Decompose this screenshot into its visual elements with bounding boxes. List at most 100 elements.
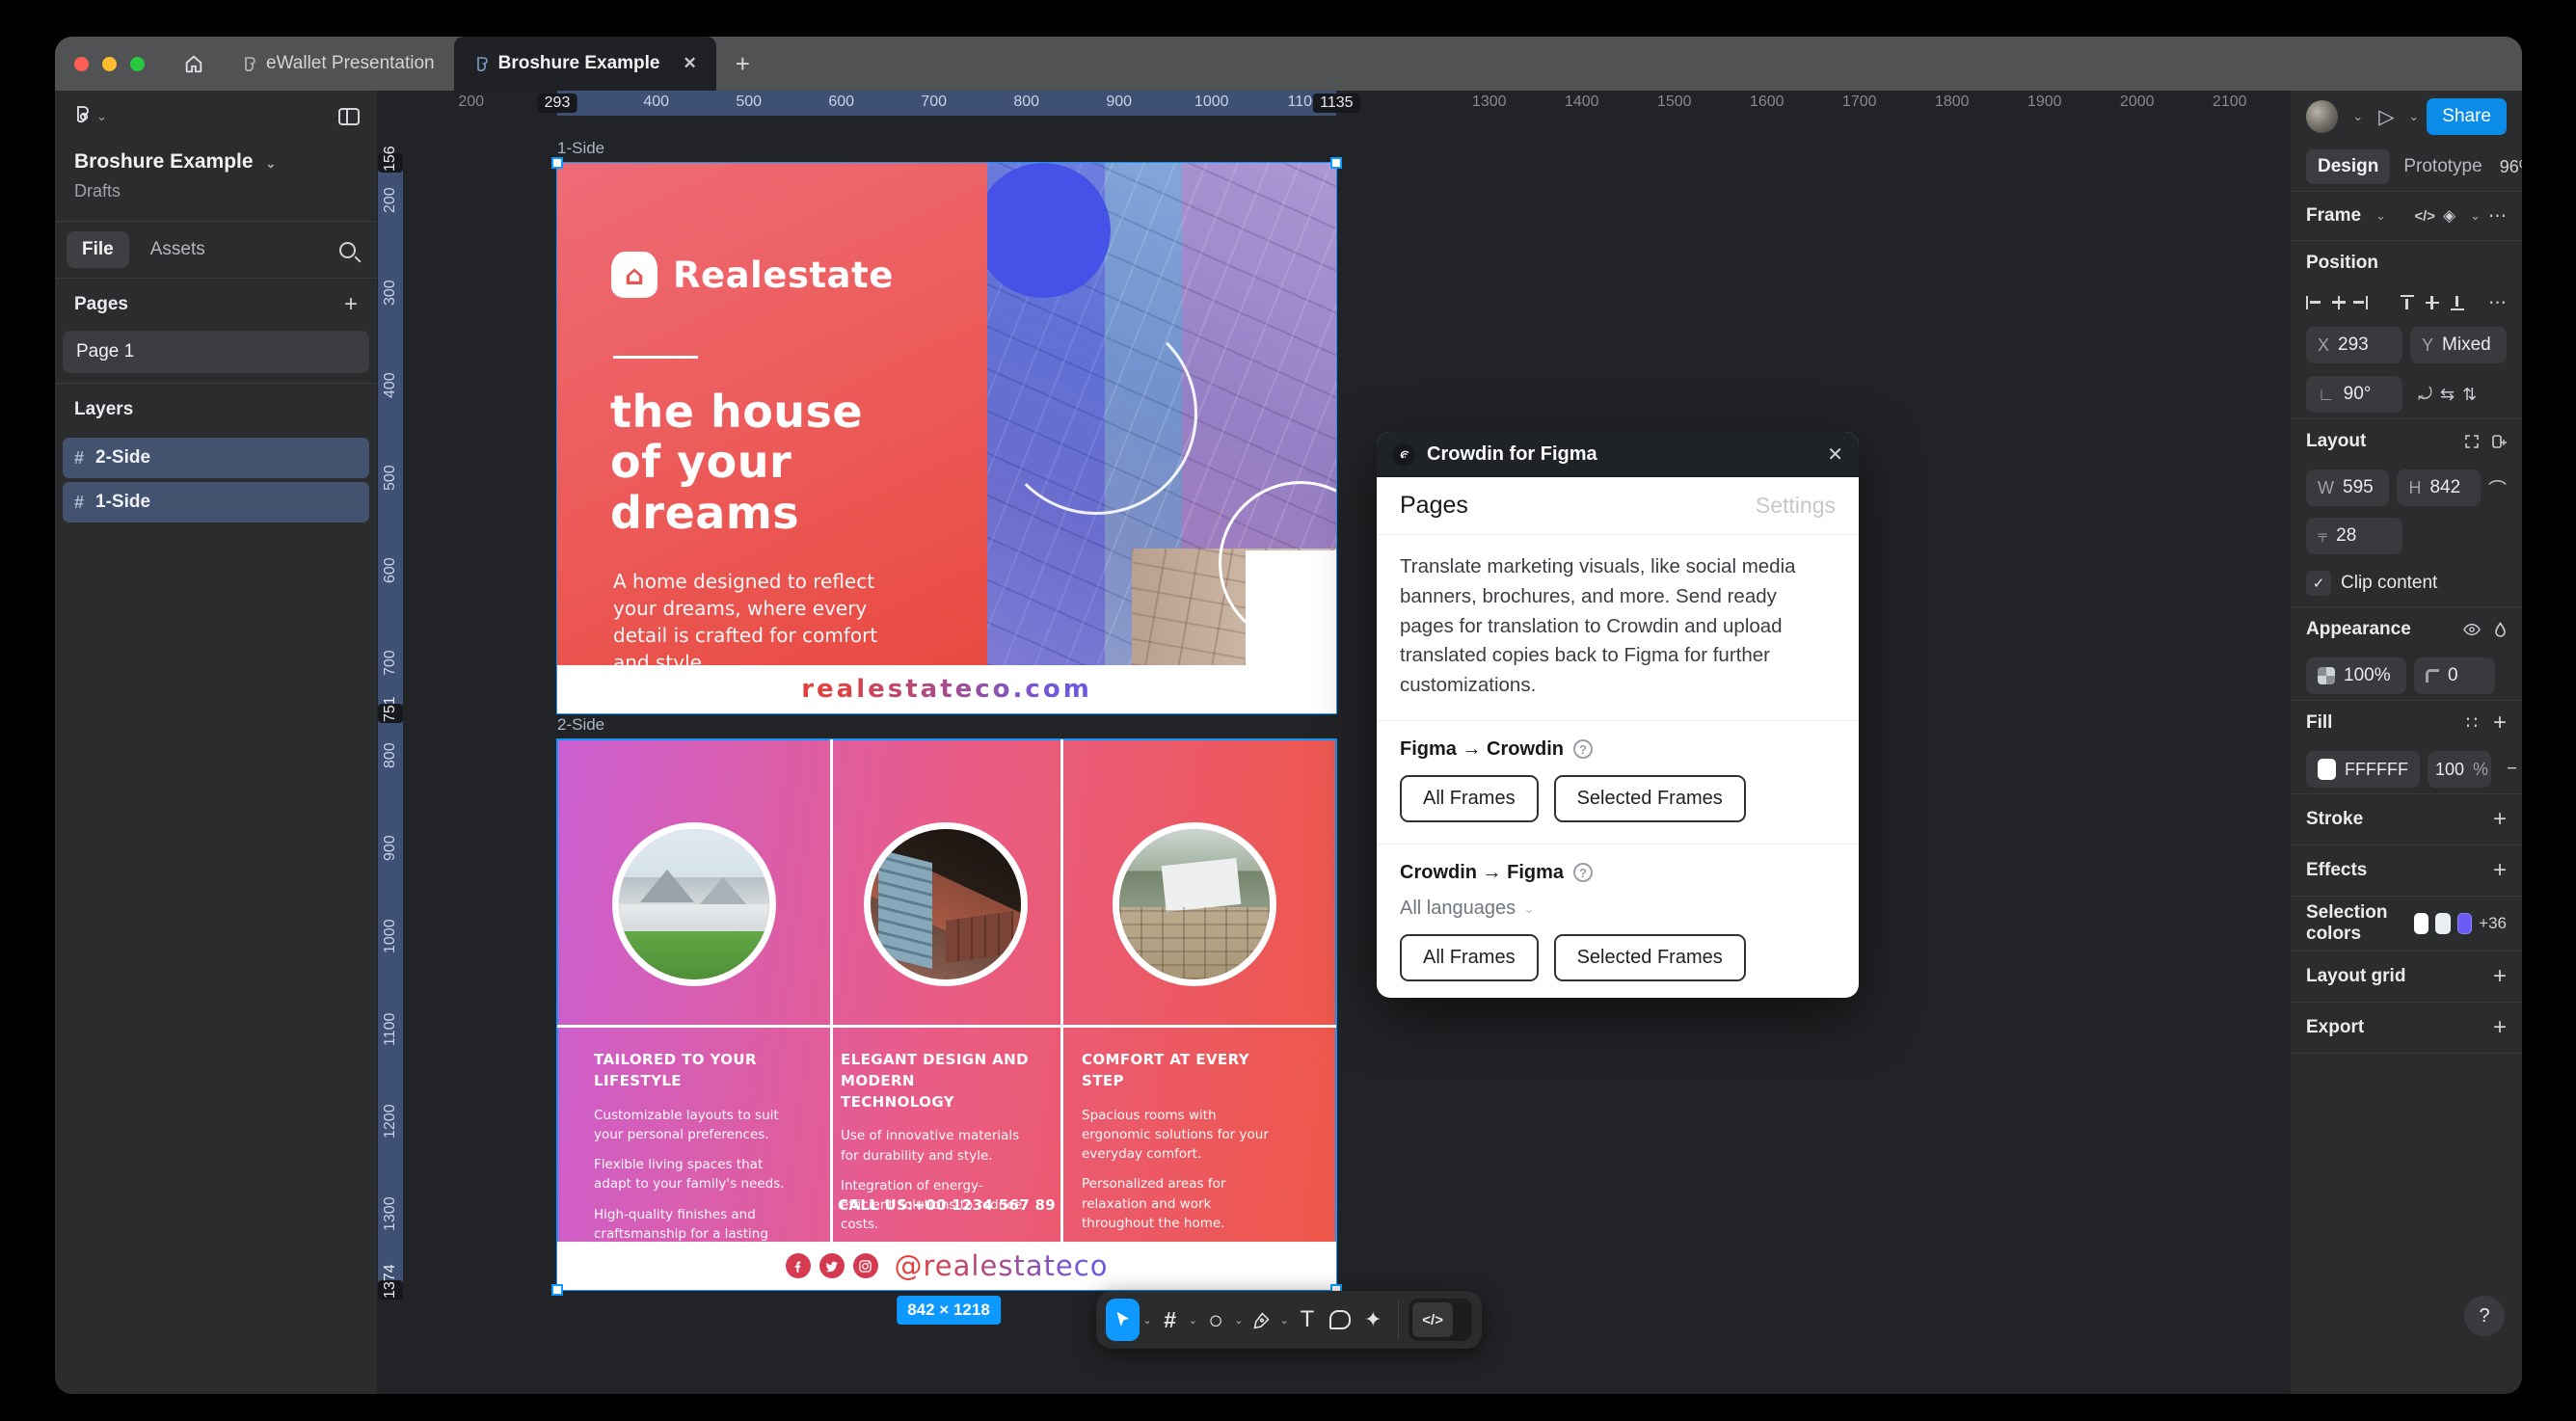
selection-type[interactable]: Frame [2306,205,2361,227]
present-button[interactable]: ▷ [2378,105,2394,129]
toggle-sidebar-icon[interactable] [338,108,360,125]
help-icon[interactable]: ? [1573,863,1593,883]
selected-frames-button[interactable]: Selected Frames [1553,774,1746,822]
dev-mode-toggle[interactable]: </> [1409,1299,1472,1341]
align-left-icon[interactable] [2306,295,2321,310]
selection-handle-bottom-left[interactable] [551,1284,563,1296]
search-icon[interactable] [339,241,356,258]
selected-frames-button[interactable]: Selected Frames [1553,933,1746,981]
gap-input[interactable]: ⫧ 28 [2306,518,2402,554]
y-position-input[interactable]: Y Mixed [2410,327,2507,363]
add-effect-button[interactable]: + [2493,857,2507,884]
align-right-icon[interactable] [2353,295,2369,310]
dev-mode-icon[interactable]: </> [2414,208,2435,225]
chevron-down-icon[interactable]: ⌄ [2470,208,2481,224]
visibility-icon[interactable] [2463,623,2481,636]
tab-prototype[interactable]: Prototype [2394,149,2491,184]
constrain-proportions-icon[interactable]: ⌒ [2488,475,2507,501]
close-dialog-button[interactable]: ✕ [1827,442,1843,467]
add-stroke-button[interactable]: + [2493,806,2507,833]
more-align-icon[interactable]: ⋯ [2488,292,2507,314]
component-icon[interactable]: ◈ [2443,206,2455,226]
zoom-level[interactable]: 96% [2500,157,2522,177]
clip-content-checkbox[interactable]: ✓ [2306,571,2331,596]
frame-tool-button[interactable]: # [1155,1299,1186,1341]
align-vertical-center-icon[interactable] [2425,295,2439,310]
add-layout-grid-button[interactable]: + [2493,963,2507,990]
move-tool-chevron[interactable]: ⌄ [1141,1314,1152,1327]
resize-icon[interactable] [2464,434,2480,449]
zoom-window-button[interactable] [130,56,145,71]
page-item[interactable]: Page 1 [63,331,369,373]
move-tool-button[interactable] [1106,1299,1140,1341]
selection-handle-top-right[interactable] [1330,157,1342,169]
fill-color-input[interactable]: FFFFFF [2306,751,2420,788]
more-options-icon[interactable]: ⋯ [2488,205,2507,228]
add-export-button[interactable]: + [2493,1014,2507,1041]
language-selector[interactable]: All languages ⌄ [1400,898,1836,920]
frame-tool-chevron[interactable]: ⌄ [1188,1314,1198,1327]
file-name[interactable]: Broshure Example ⌄ [74,150,358,174]
home-button[interactable] [166,37,222,91]
corner-radius-input[interactable]: 0 [2414,657,2495,694]
rotate-icon[interactable]: ⤾ [2418,385,2432,405]
flip-vertical-icon[interactable]: ⇅ [2462,385,2477,405]
share-button[interactable]: Share [2427,98,2507,135]
chevron-down-icon[interactable]: ⌄ [96,109,107,124]
fill-swatch[interactable] [2318,759,2337,780]
pen-tool-button[interactable] [1246,1299,1276,1341]
selection-handle-top-left[interactable] [551,157,563,169]
avatar[interactable] [2306,100,2339,133]
figma-menu-icon[interactable] [72,106,90,127]
dialog-tab-pages[interactable]: Pages [1400,492,1756,520]
styles-icon[interactable]: ∷ [2466,712,2480,735]
chevron-down-icon[interactable]: ⌄ [2352,109,2363,124]
dialog-tab-settings[interactable]: Settings [1756,493,1836,519]
all-frames-button[interactable]: All Frames [1400,774,1539,822]
remove-fill-icon[interactable]: − [2507,759,2517,780]
align-horizontal-center-icon[interactable] [2331,295,2347,310]
selection-color-swatch[interactable] [2456,913,2473,934]
minimize-window-button[interactable] [102,56,117,71]
opacity-input[interactable]: 100% [2306,657,2406,694]
text-tool-button[interactable]: T [1292,1299,1323,1341]
file-location[interactable]: Drafts [74,181,358,201]
frame-2-side[interactable]: TAILORED TO YOUR LIFESTYLE Customizable … [556,738,1337,1291]
add-fill-button[interactable]: + [2493,710,2507,737]
selection-color-swatch[interactable] [2435,913,2451,934]
tab-file[interactable]: File [67,231,129,268]
pen-tool-chevron[interactable]: ⌄ [1279,1314,1290,1327]
tab-assets[interactable]: Assets [135,231,221,268]
height-input[interactable]: H 842 [2397,469,2481,506]
shape-tool-button[interactable]: ○ [1200,1299,1231,1341]
more-colors-count[interactable]: +36 [2479,914,2507,933]
add-page-button[interactable]: + [344,291,358,318]
width-input[interactable]: W 595 [2306,469,2390,506]
layer-item-2-side[interactable]: # 2-Side [63,438,369,478]
actions-button[interactable]: ✦ [1357,1299,1388,1341]
align-bottom-icon[interactable] [2450,295,2465,310]
frame-label-2-side[interactable]: 2-Side [557,715,604,735]
selection-color-swatch[interactable] [2414,913,2429,934]
close-tab-icon[interactable]: ✕ [684,54,697,73]
close-window-button[interactable] [74,56,89,71]
align-top-icon[interactable] [2400,295,2414,310]
fill-opacity-input[interactable]: 100 % [2428,751,2491,788]
all-frames-button[interactable]: All Frames [1400,933,1539,981]
help-icon[interactable]: ? [1573,739,1593,760]
tab-broshure-example[interactable]: Broshure Example ✕ [453,37,716,91]
help-button[interactable]: ? [2464,1296,2505,1336]
frame-label-1-side[interactable]: 1-Side [557,139,604,158]
chevron-down-icon[interactable]: ⌄ [2375,208,2386,224]
chevron-down-icon[interactable]: ⌄ [2408,109,2419,124]
x-position-input[interactable]: X 293 [2306,327,2402,363]
shape-tool-chevron[interactable]: ⌄ [1233,1314,1244,1327]
comment-tool-button[interactable] [1325,1299,1355,1341]
layer-item-1-side[interactable]: # 1-Side [63,482,369,523]
auto-layout-icon[interactable] [2491,434,2507,449]
tab-ewallet-presentation[interactable]: eWallet Presentation [222,37,454,91]
blend-mode-icon[interactable] [2494,622,2507,637]
frame-1-side[interactable]: ⌂ Realestate the house of your dreams A … [556,162,1337,714]
flip-horizontal-icon[interactable]: ⇆ [2440,385,2455,405]
tab-design[interactable]: Design [2306,149,2391,184]
